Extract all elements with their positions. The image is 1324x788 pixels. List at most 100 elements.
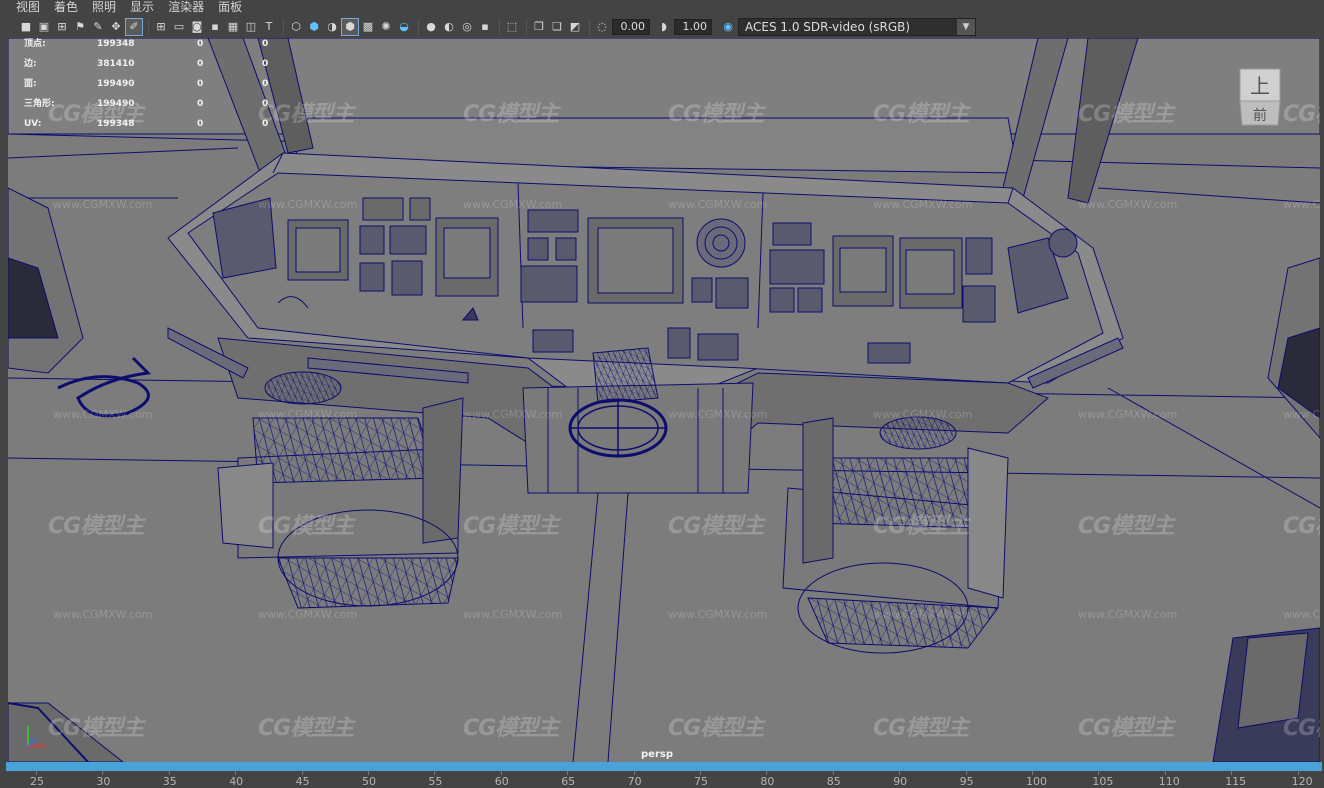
grid-icon[interactable]: ⊞ [153,19,169,35]
timeline-tick-label: 65 [561,775,576,788]
timeline-tick-label: 110 [1158,775,1180,788]
safe-action-icon[interactable]: ◫ [243,19,259,35]
hud-value: 0 [262,59,269,69]
timeline-tick-label: 100 [1026,775,1047,788]
isolate-select-icon[interactable]: ⬚ [504,19,520,35]
menu-view[interactable]: 视图 [16,0,40,15]
hud-value: 0 [197,79,204,89]
hud-row-vertices: 顶点: 199348 0 0 [24,38,284,58]
hud-value: 0 [262,39,269,49]
timeline-tick-label: 25 [30,775,44,788]
viewcube-top-label: 上 [1250,74,1270,98]
bookmark-flag-icon[interactable]: ⚑ [72,19,88,35]
menu-renderer[interactable]: 渲染器 [168,0,204,15]
camera-attributes-icon[interactable]: ▣ [36,19,52,35]
timeline-tick-label: 50 [362,775,376,788]
xray-active-icon[interactable]: ◩ [567,19,583,35]
timeline-tick-label: 120 [1291,775,1313,788]
safe-title-icon[interactable]: T [261,19,277,35]
toolbar-separator [589,18,590,35]
toolbar-separator [283,18,284,35]
hud-value: 0 [197,119,204,129]
menu-panels[interactable]: 面板 [218,0,242,15]
select-camera-icon[interactable]: ■ [18,19,34,35]
timeline-tick-label: 80 [760,775,775,788]
color-management-icon[interactable]: ◉ [720,19,736,35]
timeline-tick-label: 105 [1092,775,1114,788]
hud-value: 0 [197,59,204,69]
timeline-tick-label: 85 [826,775,841,788]
hud-value: 0 [262,99,269,109]
lights-icon[interactable]: ✺ [378,19,394,35]
hud-row-faces: 面: 199490 0 0 [24,78,284,98]
timeline-tick-label: 55 [428,775,443,788]
toolbar-separator [148,18,149,35]
menu-show[interactable]: 显示 [130,0,154,15]
view-transform-value: ACES 1.0 SDR-video (sRGB) [745,19,911,34]
timeline-tick-label: 60 [494,775,509,788]
menu-lighting[interactable]: 照明 [92,0,116,15]
menu-bar: 视图 着色 照明 显示 渲染器 面板 [0,0,1324,15]
perspective-viewport[interactable]: 顶点: 199348 0 0 边: 381410 0 0 面: 199490 0… [8,38,1320,762]
textured-icon[interactable]: ▩ [360,19,376,35]
hud-value: 199348 [97,39,135,49]
wireframe-on-shaded-icon[interactable]: ⬢ [341,17,359,36]
menu-shading[interactable]: 着色 [54,0,78,15]
timeline-tick-label: 95 [959,775,974,788]
hud-value: 0 [262,119,269,129]
camera-name-label: persp [641,749,673,760]
smooth-shade-icon[interactable]: ⬢ [306,19,322,35]
exposure-field[interactable] [612,18,650,35]
wireframe-scene [8,38,1320,762]
timeline-tick-label: 70 [627,775,642,788]
hud-row-edges: 边: 381410 0 0 [24,58,284,78]
grease-pencil-icon[interactable]: ✐ [125,17,143,36]
viewcube-front-label: 前 [1253,107,1267,124]
exposure-icon[interactable]: ◌ [594,19,610,35]
timeline-tick-label: 40 [229,775,244,788]
default-material-icon[interactable]: ◑ [324,19,340,35]
image-plane-icon[interactable]: ✎ [90,19,106,35]
xray-joints-icon[interactable]: ❏ [549,19,565,35]
shadows-icon[interactable]: ◒ [396,19,412,35]
gamma-field[interactable] [674,18,712,35]
hud-value: 199490 [97,99,135,109]
timeline-tick-label: 45 [295,775,310,788]
timeline-tick-label: 75 [694,775,708,788]
hud-label: 面: [24,79,37,89]
hud-label: 三角形: [24,99,55,109]
view-transform-select[interactable]: ACES 1.0 SDR-video (sRGB) ▼ [738,17,976,36]
gate-mask-icon[interactable]: ▪ [207,19,223,35]
hud-value: 0 [197,99,204,109]
hud-value: 381410 [97,59,135,69]
viewport-toolbar: ■ ▣ ⊞ ⚑ ✎ ✥ ✐ ⊞ ▭ ◙ ▪ ▦ ◫ T ⬡ ⬢ ◑ ⬢ ▩ ✺ … [0,15,1324,38]
chevron-down-icon[interactable]: ▼ [957,18,975,35]
field-chart-icon[interactable]: ▦ [225,19,241,35]
toolbar-separator [418,18,419,35]
hud-label: UV: [24,119,42,129]
depth-of-field-icon[interactable]: ▪ [477,19,493,35]
timeline-ruler[interactable]: 25 30 35 40 45 50 55 60 65 70 75 80 85 90 95 100 105 110 1… [0,771,1324,788]
hud-label: 顶点: [24,39,46,49]
hud-row-triangles: 三角形: 199490 0 0 [24,98,284,118]
gamma-icon[interactable]: ◗ [656,19,672,35]
film-gate-icon[interactable]: ▭ [171,19,187,35]
hud-row-uvs: UV: 199348 0 0 [24,118,284,138]
anti-aliasing-icon[interactable]: ◎ [459,19,475,35]
time-slider-bar[interactable] [6,762,1322,771]
axis-gizmo-icon [27,726,46,747]
toolbar-separator [526,18,527,35]
screen-space-ao-icon[interactable]: ● [423,19,439,35]
wireframe-icon[interactable]: ⬡ [288,19,304,35]
view-cube[interactable]: 上 前 [1236,65,1284,127]
hud-value: 0 [197,39,204,49]
bookmark-icon[interactable]: ⊞ [54,19,70,35]
hud-value: 199490 [97,79,135,89]
timeline-tick-label: 115 [1225,775,1247,788]
move-pivot-icon[interactable]: ✥ [108,19,124,35]
timeline-tick-label: 90 [893,775,908,788]
timeline-tick-label: 30 [96,775,111,788]
motion-blur-icon[interactable]: ◐ [441,19,457,35]
xray-icon[interactable]: ❐ [531,19,547,35]
resolution-gate-icon[interactable]: ◙ [189,19,205,35]
